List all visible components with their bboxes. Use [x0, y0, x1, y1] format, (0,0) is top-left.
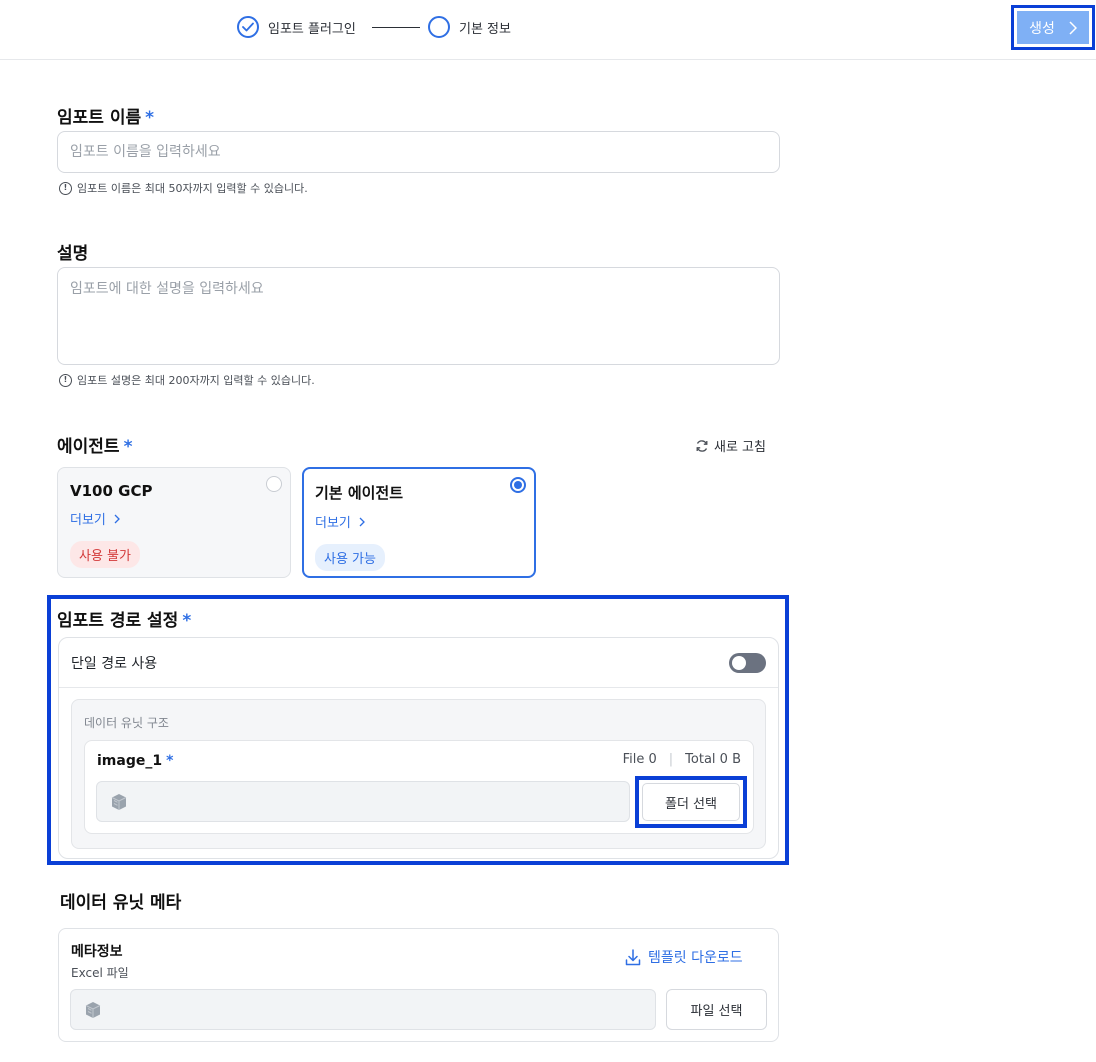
- import-name-hint: ! 임포트 이름은 최대 50자까지 입력할 수 있습니다.: [59, 180, 308, 196]
- agent-name: 기본 에이전트: [315, 484, 404, 502]
- refresh-button[interactable]: 새로 고침: [695, 436, 766, 455]
- storage-icon: [111, 793, 127, 810]
- circle-icon: [428, 16, 450, 38]
- status-badge: 사용 가능: [315, 544, 385, 571]
- file-count: File 0: [622, 752, 657, 767]
- import-name-input[interactable]: [57, 131, 780, 173]
- stats-divider: |: [668, 752, 674, 767]
- label-text: 에이전트: [57, 437, 120, 457]
- info-icon: !: [59, 373, 72, 387]
- more-label: 더보기: [70, 513, 106, 528]
- data-unit-card: image_1 * File 0 | Total 0 B 폴더 선택: [84, 740, 754, 834]
- select-file-button[interactable]: 파일 선택: [666, 989, 767, 1030]
- required-mark: *: [182, 611, 192, 631]
- check-icon: [237, 16, 259, 38]
- chevron-right-icon: [359, 517, 365, 526]
- single-path-row: 단일 경로 사용: [59, 638, 778, 688]
- chevron-right-icon: [114, 514, 120, 523]
- select-folder-button[interactable]: 폴더 선택: [642, 783, 740, 821]
- label-text: 임포트 경로 설정: [57, 611, 179, 631]
- agent-label: 에이전트 *: [57, 432, 132, 457]
- required-mark: *: [166, 753, 174, 769]
- unit-stats: File 0 | Total 0 B: [623, 752, 741, 767]
- refresh-icon: [696, 439, 708, 452]
- step-basic-info[interactable]: 기본 정보: [428, 16, 511, 38]
- storage-icon: [85, 1001, 101, 1018]
- agent-card-v100-gcp[interactable]: V100 GCP 더보기 사용 불가: [57, 467, 291, 578]
- single-path-toggle[interactable]: [729, 652, 766, 673]
- required-mark: *: [145, 108, 155, 128]
- agent-radio[interactable]: [510, 477, 526, 493]
- folder-button-highlight: 폴더 선택: [635, 776, 747, 828]
- step-import-plugin[interactable]: 임포트 플러그인: [237, 16, 356, 38]
- description-textarea[interactable]: [57, 267, 780, 365]
- chevron-right-icon: [1069, 20, 1077, 35]
- description-label: 설명: [57, 244, 89, 264]
- single-path-label: 단일 경로 사용: [71, 655, 158, 672]
- more-label: 더보기: [315, 516, 351, 531]
- hint-text: 임포트 이름은 최대 50자까지 입력할 수 있습니다.: [77, 182, 308, 195]
- hint-text: 임포트 설명은 최대 200자까지 입력할 수 있습니다.: [77, 374, 315, 387]
- unit-name-text: image_1: [97, 753, 163, 769]
- agent-more-link[interactable]: 더보기: [70, 509, 278, 528]
- step-connector: [372, 27, 420, 28]
- info-icon: !: [59, 181, 72, 195]
- folder-path-field[interactable]: [96, 781, 630, 822]
- required-mark: *: [123, 437, 133, 457]
- step-label: 기본 정보: [459, 21, 511, 37]
- meta-name: 메타정보: [71, 944, 123, 960]
- data-unit-meta-title: 데이터 유닛 메타: [60, 893, 182, 913]
- import-path-label: 임포트 경로 설정 *: [57, 606, 191, 631]
- agent-more-link[interactable]: 더보기: [315, 512, 523, 531]
- total-size: Total 0 B: [685, 752, 741, 767]
- agent-card-default[interactable]: 기본 에이전트 더보기 사용 가능: [302, 467, 536, 578]
- top-bar: 임포트 플러그인 기본 정보 생성: [0, 0, 1096, 60]
- template-download-label: 템플릿 다운로드: [648, 950, 743, 966]
- import-path-box: 단일 경로 사용 데이터 유닛 구조 image_1 * File 0 | Tot…: [58, 637, 779, 859]
- agent-name: V100 GCP: [70, 482, 153, 500]
- refresh-label: 새로 고침: [714, 440, 766, 455]
- description-hint: ! 임포트 설명은 최대 200자까지 입력할 수 있습니다.: [59, 372, 315, 388]
- status-badge: 사용 불가: [70, 541, 140, 568]
- unit-name: image_1 *: [97, 753, 173, 769]
- meta-file-type: Excel 파일: [71, 966, 129, 980]
- unit-structure-title: 데이터 유닛 구조: [84, 716, 169, 730]
- data-unit-structure: 데이터 유닛 구조 image_1 * File 0 | Total 0 B 폴더…: [71, 699, 766, 849]
- label-text: 임포트 이름: [57, 108, 142, 128]
- template-download-link[interactable]: 템플릿 다운로드: [625, 947, 743, 967]
- create-button-highlight: 생성: [1011, 5, 1095, 50]
- create-button[interactable]: 생성: [1017, 11, 1089, 44]
- create-button-label: 생성: [1029, 20, 1055, 37]
- agent-radio[interactable]: [266, 476, 282, 492]
- meta-info-box: 메타정보 Excel 파일 템플릿 다운로드 파일 선택: [58, 928, 779, 1042]
- meta-file-field[interactable]: [70, 989, 656, 1030]
- download-icon: [625, 948, 641, 965]
- step-label: 임포트 플러그인: [268, 21, 356, 37]
- import-name-label: 임포트 이름 *: [57, 103, 154, 128]
